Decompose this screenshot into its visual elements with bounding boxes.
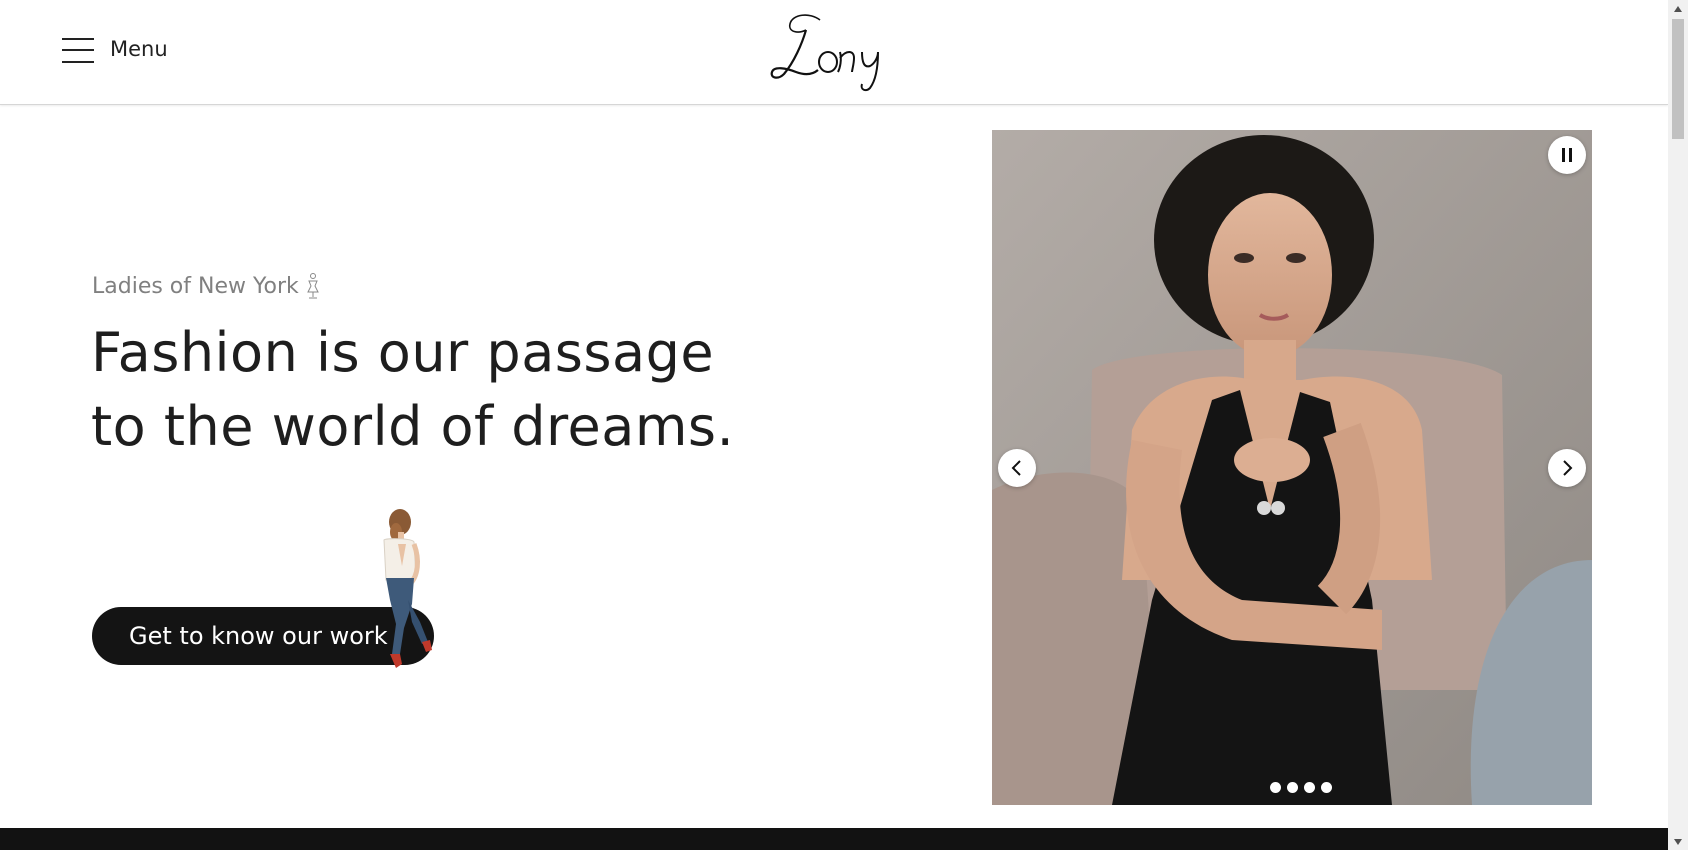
page: Menu Ladies of New York Fashion is our p… (0, 0, 1688, 850)
hero-eyebrow: Ladies of New York (92, 272, 321, 300)
site-logo[interactable] (762, 4, 912, 94)
chevron-left-icon (1011, 460, 1021, 476)
slider-pagination (1270, 782, 1332, 793)
slider-pause-button[interactable] (1548, 136, 1586, 174)
hero-headline-line-2: to the world of dreams. (91, 395, 735, 458)
site-header: Menu (0, 0, 1668, 105)
hero-slider (992, 130, 1592, 805)
menu-label: Menu (110, 37, 168, 61)
page-scrollbar[interactable] (1668, 0, 1688, 850)
triangle-up-icon (1674, 5, 1682, 12)
chevron-right-icon (1563, 460, 1573, 476)
slider-dot[interactable] (1304, 782, 1315, 793)
hero-eyebrow-text: Ladies of New York (92, 273, 299, 299)
hamburger-icon (62, 34, 94, 64)
menu-button[interactable]: Menu (62, 34, 168, 64)
scroll-thumb[interactable] (1672, 19, 1684, 139)
slider-dot[interactable] (1287, 782, 1298, 793)
footer-strip (0, 828, 1668, 850)
mannequin-icon (306, 273, 319, 299)
scroll-up-arrow[interactable] (1668, 0, 1688, 17)
triangle-down-icon (1674, 838, 1682, 845)
slide-photo (992, 130, 1592, 805)
fashion-figure-illustration (383, 509, 432, 668)
slider-dot[interactable] (1270, 782, 1281, 793)
scroll-down-arrow[interactable] (1668, 833, 1688, 850)
pause-icon (1562, 148, 1572, 162)
slider-next-button[interactable] (1548, 449, 1586, 487)
slider-prev-button[interactable] (998, 449, 1036, 487)
hero-headline-line-1: Fashion is our passage (91, 321, 715, 384)
slider-dot[interactable] (1321, 782, 1332, 793)
hero-headline: Fashion is our passage to the world of d… (91, 316, 851, 464)
